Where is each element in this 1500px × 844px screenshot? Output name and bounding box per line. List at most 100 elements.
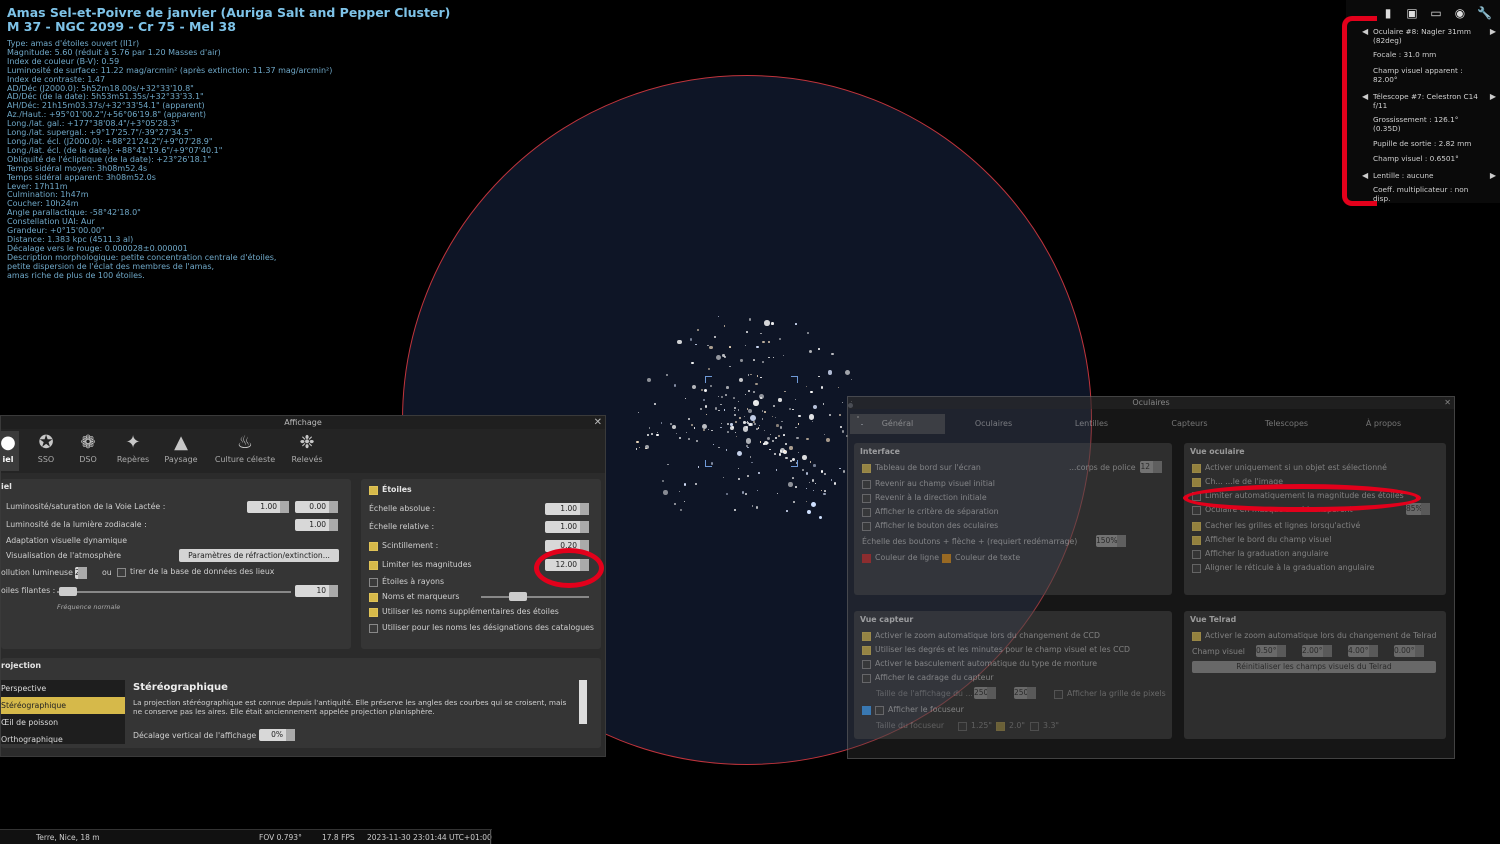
star[interactable] <box>695 343 697 345</box>
star[interactable] <box>809 461 812 463</box>
star[interactable] <box>734 421 737 424</box>
tab-oculars[interactable]: Oculaires <box>946 414 1041 434</box>
star[interactable] <box>749 456 752 458</box>
telrad-fov-2[interactable]: 2.00° <box>1302 645 1332 657</box>
star[interactable] <box>729 365 731 368</box>
checkbox[interactable] <box>862 521 871 531</box>
light-pollution-db-checkbox[interactable]: tirer de la base de données des lieux <box>117 567 274 577</box>
star[interactable] <box>684 398 686 400</box>
star[interactable] <box>691 423 694 426</box>
button-toggle[interactable]: Afficher le bouton des oculaires <box>862 521 998 531</box>
star[interactable] <box>831 352 834 356</box>
star[interactable] <box>805 472 809 475</box>
star[interactable] <box>811 479 815 482</box>
star[interactable] <box>736 450 742 456</box>
star[interactable] <box>805 500 808 503</box>
star[interactable] <box>744 344 746 346</box>
star[interactable] <box>744 492 747 495</box>
star[interactable] <box>733 397 736 400</box>
lens-icon[interactable]: ◉ <box>1453 6 1467 20</box>
star[interactable] <box>811 502 816 507</box>
star[interactable] <box>813 464 816 467</box>
star[interactable] <box>748 389 751 392</box>
names-toggle[interactable]: Noms et marqueurs <box>369 592 459 602</box>
star[interactable] <box>763 429 765 431</box>
star[interactable] <box>744 394 746 396</box>
relative-scale-value[interactable]: 1.00 <box>545 521 589 533</box>
tab-dso[interactable]: ❁ DSO <box>73 431 103 464</box>
star[interactable] <box>725 386 729 389</box>
dashboard-toggle[interactable]: Tableau de bord sur l'écran <box>862 463 981 473</box>
star[interactable] <box>683 483 686 486</box>
star[interactable] <box>837 386 840 388</box>
star[interactable] <box>822 403 825 405</box>
star[interactable] <box>717 446 720 449</box>
star[interactable] <box>756 489 759 491</box>
star[interactable] <box>648 427 651 429</box>
telrad-fov-4[interactable]: 0.00° <box>1394 645 1424 657</box>
semi-transparent-value[interactable]: 85% <box>1406 503 1430 515</box>
checkbox[interactable] <box>862 493 871 503</box>
checkbox[interactable] <box>862 645 871 655</box>
star[interactable] <box>772 416 774 418</box>
checkbox[interactable] <box>369 592 378 602</box>
star[interactable] <box>760 376 762 379</box>
star[interactable] <box>696 439 699 442</box>
size-value-2[interactable]: 250 <box>1014 687 1036 699</box>
star[interactable] <box>788 407 791 410</box>
star[interactable] <box>812 404 817 409</box>
star[interactable] <box>810 390 813 394</box>
font-size-value[interactable]: 12 <box>1140 461 1162 473</box>
star[interactable] <box>688 438 690 440</box>
star[interactable] <box>776 469 778 471</box>
star[interactable] <box>689 338 693 341</box>
star[interactable] <box>683 500 686 503</box>
star[interactable] <box>673 384 677 387</box>
star[interactable] <box>646 433 650 437</box>
star[interactable] <box>751 505 754 507</box>
star[interactable] <box>777 435 780 437</box>
star[interactable] <box>656 431 658 433</box>
checkbox[interactable] <box>862 631 871 641</box>
star[interactable] <box>674 502 677 505</box>
star[interactable] <box>694 482 697 486</box>
star[interactable] <box>734 410 736 412</box>
star[interactable] <box>791 477 794 480</box>
separation-toggle[interactable]: Afficher le critère de séparation <box>862 507 999 517</box>
star[interactable] <box>747 446 749 449</box>
star[interactable] <box>763 440 768 445</box>
star[interactable] <box>712 443 714 445</box>
star[interactable] <box>766 436 771 441</box>
star[interactable] <box>737 477 741 481</box>
star[interactable] <box>774 452 777 456</box>
close-icon[interactable]: ✕ <box>594 416 602 429</box>
tab-markings[interactable]: ✦ Repères <box>113 431 153 464</box>
show-edge-toggle[interactable]: Afficher le bord du champ visuel <box>1192 535 1331 545</box>
checkbox[interactable] <box>862 673 871 683</box>
star[interactable] <box>717 316 719 318</box>
checkbox[interactable] <box>958 721 967 731</box>
focuser-125-toggle[interactable]: 1.25" <box>958 721 992 731</box>
star[interactable] <box>791 408 794 411</box>
star[interactable] <box>672 425 676 429</box>
star[interactable] <box>745 438 751 444</box>
checkbox[interactable] <box>369 541 378 551</box>
star[interactable] <box>830 479 833 481</box>
scrollbar[interactable] <box>579 680 587 724</box>
refraction-button[interactable]: Paramètres de réfraction/extinction... <box>179 549 339 562</box>
star[interactable] <box>825 438 830 442</box>
star[interactable] <box>788 482 793 488</box>
star[interactable] <box>758 394 765 400</box>
datetime[interactable]: 2023-11-30 23:01:44 UTC+01:00 <box>367 833 492 842</box>
star[interactable] <box>806 438 809 441</box>
star[interactable] <box>839 467 841 470</box>
star[interactable] <box>644 444 650 450</box>
limit-magnitude-toggle[interactable]: Limiter les magnitudes <box>369 560 472 570</box>
align-reticle-toggle[interactable]: Aligner le réticule à la graduation angu… <box>1192 563 1374 573</box>
star[interactable] <box>697 466 700 468</box>
star[interactable] <box>667 463 669 465</box>
checkbox[interactable] <box>369 485 378 495</box>
star[interactable] <box>838 414 841 417</box>
star[interactable] <box>679 436 682 440</box>
frame-toggle[interactable]: Afficher le cadrage du capteur <box>862 673 994 683</box>
